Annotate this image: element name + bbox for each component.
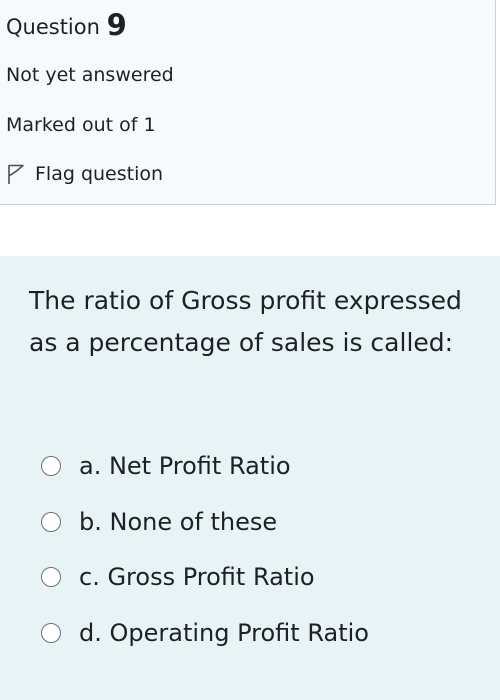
answer-option-d[interactable]: d. Operating Profit Ratio bbox=[41, 617, 369, 649]
answer-label-c: c. Gross Profit Ratio bbox=[79, 563, 315, 591]
question-number: 9 bbox=[106, 8, 127, 42]
answer-option-a[interactable]: a. Net Profit Ratio bbox=[41, 450, 291, 482]
answer-label-d: d. Operating Profit Ratio bbox=[79, 619, 369, 647]
flag-outline-icon bbox=[6, 162, 26, 186]
answer-option-c[interactable]: c. Gross Profit Ratio bbox=[41, 561, 315, 593]
radio-button-b[interactable] bbox=[41, 512, 61, 532]
question-state: Not yet answered bbox=[6, 64, 174, 86]
question-info-panel: Question 9 Not yet answered Marked out o… bbox=[0, 0, 496, 205]
answer-option-b[interactable]: b. None of these bbox=[41, 506, 277, 538]
question-text: The ratio of Gross profit expressed as a… bbox=[29, 286, 462, 357]
question-content-panel: The ratio of Gross profit expressed as a… bbox=[0, 256, 500, 700]
answer-label-a: a. Net Profit Ratio bbox=[79, 452, 291, 480]
radio-button-a[interactable] bbox=[41, 456, 61, 476]
quiz-question-page: Question 9 Not yet answered Marked out o… bbox=[0, 0, 500, 700]
flag-question-link[interactable]: Flag question bbox=[6, 160, 163, 188]
radio-button-c[interactable] bbox=[41, 567, 61, 587]
question-label: Question bbox=[6, 15, 100, 39]
question-grade: Marked out of 1 bbox=[6, 114, 156, 136]
flag-question-label: Flag question bbox=[35, 163, 164, 185]
radio-button-d[interactable] bbox=[41, 623, 61, 643]
answer-label-b: b. None of these bbox=[79, 508, 278, 536]
question-heading: Question 9 bbox=[6, 8, 127, 44]
